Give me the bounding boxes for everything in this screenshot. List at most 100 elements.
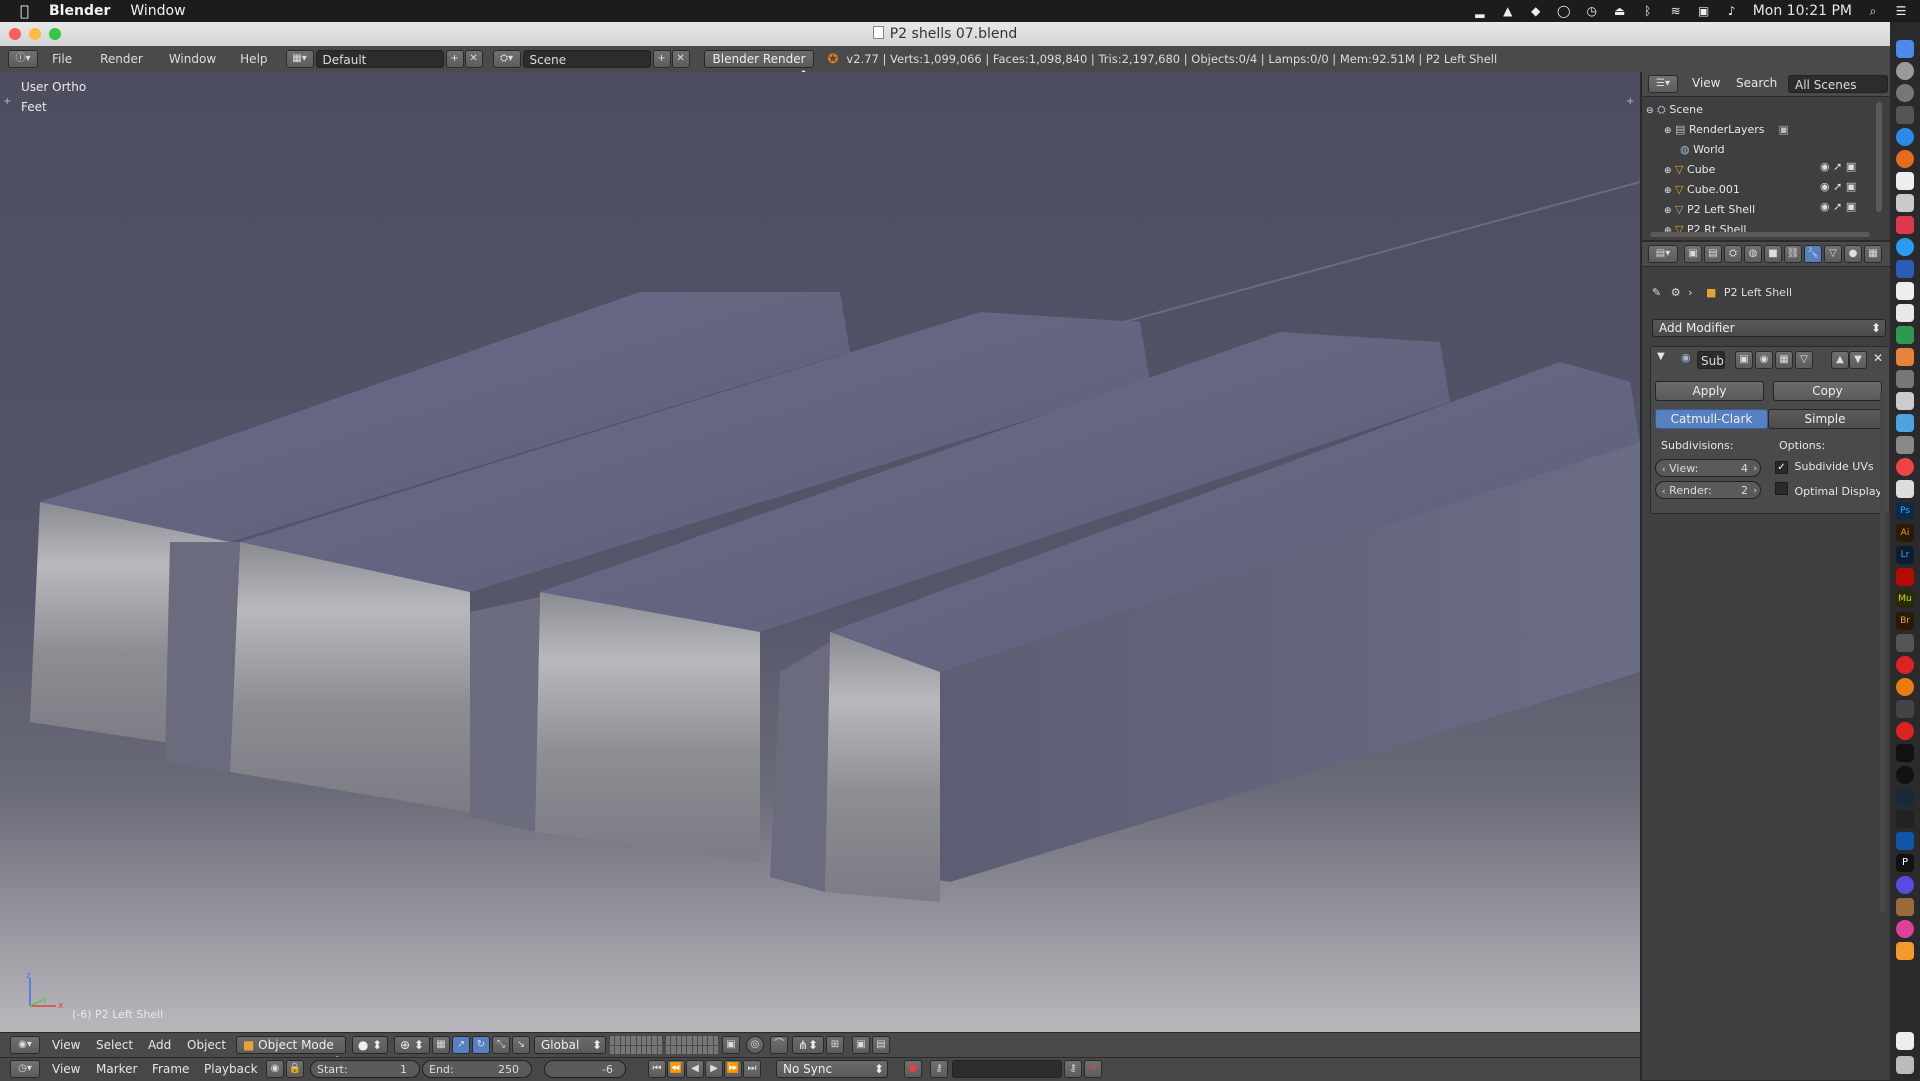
lock-time-cursor-icon[interactable]: 🔒 [286,1060,304,1078]
opengl-render-icon[interactable]: ▣ [852,1036,870,1054]
subdivide-uvs-checkbox[interactable]: ✓ Subdivide UVs [1775,460,1874,474]
app-menu[interactable]: Blender [49,3,110,19]
prev-keyframe-icon[interactable]: ⏪ [667,1060,685,1078]
spotlight-icon[interactable]: ⌕ [1866,5,1880,17]
blender-icon[interactable] [1896,678,1914,696]
keying-set-field[interactable] [952,1060,1062,1078]
simple-toggle[interactable]: Simple [1768,409,1882,429]
render-subdivisions-field[interactable]: ‹ Render: 2 › [1655,481,1761,499]
layers-group-2[interactable] [666,1036,718,1054]
sync-dropdown[interactable]: No Sync ⬍ [776,1060,888,1078]
render-engine-dropdown[interactable]: Blender Render⬍ [703,50,814,82]
google-drive-icon[interactable]: ▲ [1501,5,1515,17]
region-toggle-icon[interactable]: + [1626,96,1636,107]
proportional-edit-icon[interactable]: ◎ [746,1036,764,1054]
cursor-icon[interactable]: ➚ [1833,200,1842,213]
system-preferences-icon[interactable] [1896,84,1914,102]
lock-layer-icon[interactable]: ▣ [722,1036,740,1054]
illustrator-icon[interactable]: Ai [1896,524,1914,542]
cursor-icon[interactable]: ➚ [1833,180,1842,193]
camera-icon[interactable]: ▣ [1846,200,1856,213]
playback-menu[interactable]: Playback [204,1057,258,1081]
dropbox-icon[interactable]: ◆ [1529,5,1543,17]
shading-dropdown[interactable]: ● ⬍ [352,1036,388,1054]
record-keyframes-icon[interactable]: ● [904,1060,922,1078]
notification-center-icon[interactable]: ☰ [1894,5,1908,17]
constraints-tab-icon[interactable]: ⛓ [1784,245,1802,263]
play-reverse-icon[interactable]: ◀ [686,1060,704,1078]
pivot-dropdown[interactable]: ⊕ ⬍ [394,1036,430,1054]
close-window-button[interactable] [9,28,21,40]
script-editor-icon[interactable] [1896,480,1914,498]
object-menu[interactable]: Object [187,1033,226,1057]
screen-layout-icon[interactable]: ▦▾ [285,50,314,68]
creative-cloud-icon[interactable] [1896,656,1914,674]
outliner-item-p2-rt-shell[interactable]: ⊕ ▽ P2 Rt Shell [1664,220,1894,232]
expand-icon[interactable]: ⊖ [1646,106,1654,116]
editor-type-outliner-icon[interactable]: ☰▾ [1648,75,1678,93]
outliner-view-menu[interactable]: View [1692,76,1720,90]
editor-type-3dview-icon[interactable]: ◉▾ [10,1036,40,1054]
add-layout-icon[interactable]: + [445,50,464,68]
checkbox-unchecked-icon[interactable] [1775,482,1788,495]
modifier-name-field[interactable]: Sub [1697,351,1725,369]
pin-icon[interactable]: ✎ [1652,286,1661,299]
eye-icon[interactable]: ◉ [1820,160,1830,173]
camera-icon[interactable]: ▣ [1846,160,1856,173]
jump-start-icon[interactable]: ⏮ [648,1060,666,1078]
steam-icon[interactable] [1896,788,1914,806]
expand-icon[interactable]: ⊕ [1664,126,1672,136]
add-modifier-dropdown[interactable]: Add Modifier ⬍ [1652,319,1886,337]
photoshop-icon[interactable]: Ps [1896,502,1914,520]
expand-icon[interactable]: ⊕ [1664,206,1672,216]
insert-keyframe-icon[interactable]: ⚷ [1064,1060,1082,1078]
outliner-hscrollbar[interactable] [1650,232,1870,237]
move-up-icon[interactable]: ▲ [1831,351,1849,369]
properties-scrollbar[interactable] [1880,392,1886,912]
viewport-toggle-icon[interactable]: ◉ [1755,351,1773,369]
lightroom-icon[interactable]: Lr [1896,546,1914,564]
decrement-arrow-icon[interactable]: ‹ [1662,465,1666,475]
object-tab-icon[interactable]: ■ [1764,245,1782,263]
move-down-icon[interactable]: ▼ [1849,351,1867,369]
catmull-clark-toggle[interactable]: Catmull-Clark [1655,409,1768,429]
checkbox-checked-icon[interactable]: ✓ [1775,461,1788,474]
material-tab-icon[interactable]: ● [1844,245,1862,263]
apply-button[interactable]: Apply [1655,381,1764,401]
snap-target-icon[interactable]: ⊞ [826,1036,844,1054]
frame-menu[interactable]: Frame [152,1057,189,1081]
render-toggle-icon[interactable]: ▣ [1735,351,1753,369]
firefox-icon[interactable] [1896,150,1914,168]
layout-field[interactable]: Default [315,50,444,68]
window-menu-blender[interactable]: Window [169,52,216,66]
editor-type-timeline-icon[interactable]: ◷▾ [10,1060,40,1078]
keynote-icon[interactable] [1896,348,1914,366]
editor-type-info-icon[interactable]: ⓘ▾ [8,50,38,68]
snap-element-dropdown[interactable]: ⋔⬍ [792,1036,824,1054]
epic-games-icon[interactable] [1896,744,1914,762]
next-keyframe-icon[interactable]: ⏩ [724,1060,742,1078]
drive-icon[interactable]: ▂ [1473,5,1487,17]
orientation-dropdown[interactable]: Global ⬍ [534,1036,606,1054]
unity-icon[interactable] [1896,810,1914,828]
scene-tab-icon[interactable]: ⛭ [1724,245,1742,263]
rotate-manipulator-icon[interactable]: ↻ [472,1036,490,1054]
preview-range-icon[interactable]: ◉ [266,1060,284,1078]
end-frame-field[interactable]: End: 250 [422,1060,532,1078]
data-tab-icon[interactable]: ▽ [1824,245,1842,263]
view-menu[interactable]: View [52,1033,80,1057]
decrement-arrow-icon[interactable]: ‹ [1662,487,1666,497]
mode-dropdown[interactable]: ■ Object Mode⬍ [236,1036,346,1068]
printer-icon[interactable] [1896,414,1914,432]
finder-icon[interactable] [1896,40,1914,58]
outliner-filter-dropdown[interactable]: All Scenes [1788,75,1888,93]
outliner-item-scene[interactable]: ⊖ ⛭ Scene [1646,100,1876,120]
camera-icon[interactable]: ▣ [1846,180,1856,193]
mail-icon[interactable] [1896,392,1914,410]
file-menu[interactable]: File [52,52,72,66]
toolshelf-toggle-icon[interactable]: + [3,96,13,107]
proportional-falloff-icon[interactable]: ⌒ [770,1036,788,1054]
acrobat-icon[interactable] [1896,568,1914,586]
render-tab-icon[interactable]: ▣ [1684,245,1702,263]
minimize-window-button[interactable] [29,28,41,40]
